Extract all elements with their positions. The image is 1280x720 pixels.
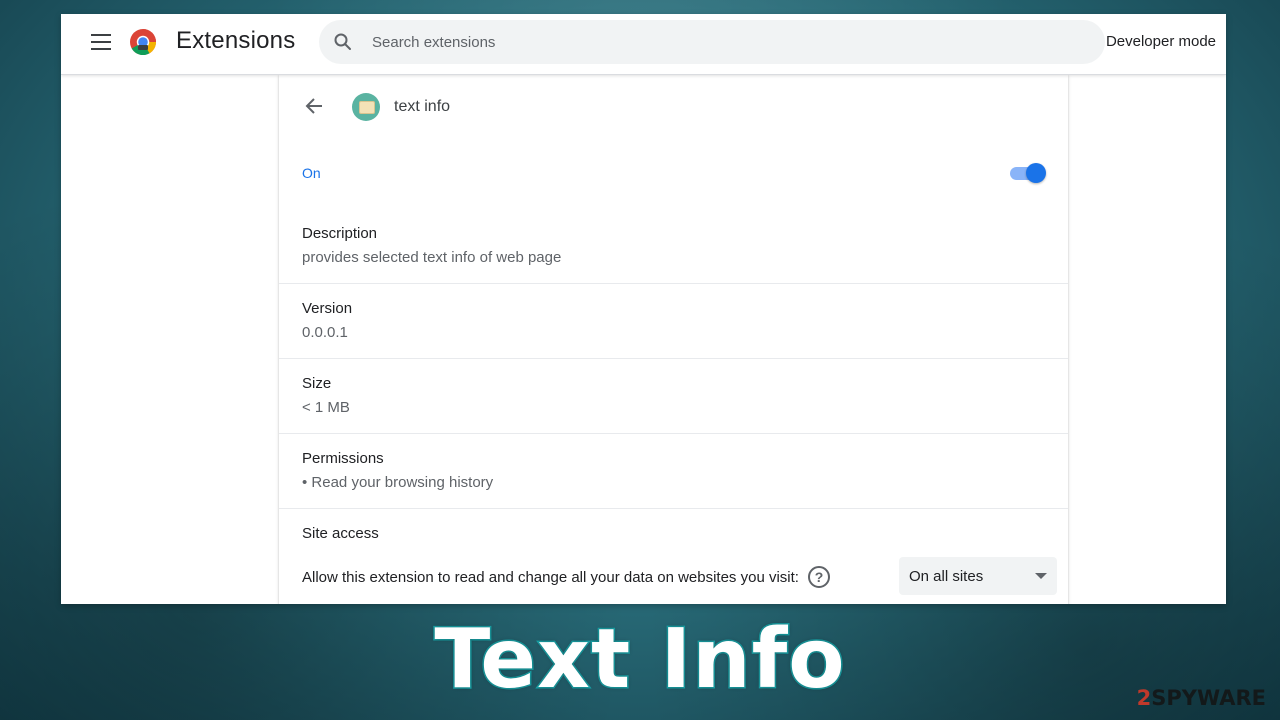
version-value: 0.0.0.1 [302,324,348,341]
size-label: Size [302,375,332,392]
developer-mode-toggle-label[interactable]: Developer mode [1106,33,1216,50]
permission-item: • Read your browsing history [302,474,494,491]
status-label: On [302,165,321,181]
page-title: Extensions [176,27,296,54]
search-input[interactable]: Search extensions [319,20,1105,64]
extension-details-card: text info On Description provides select… [279,75,1068,604]
site-access-description: Allow this extension to read and change … [302,569,799,586]
enable-row: On [279,137,1068,209]
chevron-down-icon [1035,573,1047,579]
watermark-digit: 2 [1136,686,1152,710]
description-row: Description provides selected text info … [279,209,1068,284]
version-row: Version 0.0.0.1 [279,284,1068,359]
article-caption: Text Info [433,611,846,709]
version-label: Version [302,300,353,317]
watermark-tail: E [1251,686,1266,710]
extension-name: text info [394,98,451,115]
size-value: < 1 MB [302,399,350,416]
extensions-toolbar: Extensions Search extensions Developer m… [61,14,1226,75]
browser-screenshot: Extensions Search extensions Developer m… [61,14,1226,604]
site-access-select[interactable]: On all sites [899,557,1057,595]
back-arrow-icon[interactable] [303,95,325,117]
permissions-label: Permissions [302,450,384,467]
help-icon[interactable]: ? [808,566,830,588]
menu-icon[interactable] [91,34,111,50]
enable-toggle[interactable] [1008,163,1046,183]
size-row: Size < 1 MB [279,359,1068,434]
extension-icon [352,93,380,121]
description-label: Description [302,225,378,242]
site-access-label: Site access [302,525,379,542]
toggle-knob [1026,163,1046,183]
chrome-logo-icon [130,29,157,56]
description-value: provides selected text info of web page [302,249,562,266]
permissions-row: Permissions • Read your browsing history [279,434,1068,509]
watermark-logo: 2SPYWARE [1137,686,1266,710]
details-header: text info [279,75,1068,137]
site-access-selected: On all sites [909,568,984,585]
watermark-text: SPYWAR [1151,686,1252,710]
search-icon [334,33,351,50]
search-placeholder: Search extensions [372,34,496,51]
site-access-row: Site access Allow this extension to read… [279,509,1068,604]
